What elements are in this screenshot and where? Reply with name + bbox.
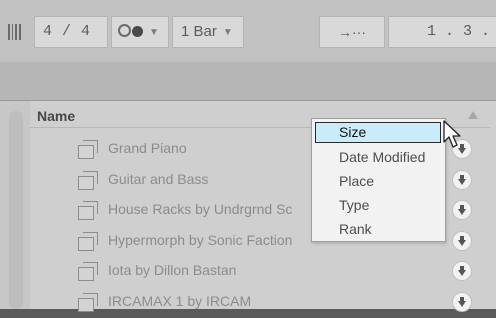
follow-button[interactable]: →··· xyxy=(319,16,385,48)
list-item-label: Iota by Dillon Bastan xyxy=(108,262,237,279)
list-item-label: Grand Piano xyxy=(108,140,187,156)
arrangement-position-field[interactable]: 1 . 3 . xyxy=(388,16,496,48)
quantization-value: 1 Bar xyxy=(181,23,217,40)
mouse-pointer-icon xyxy=(443,120,461,148)
browser-sidebar xyxy=(0,101,30,309)
metronome-button[interactable]: ▼ xyxy=(111,16,169,48)
metronome-chevron-down-icon[interactable]: ▼ xyxy=(149,27,159,38)
download-icon[interactable] xyxy=(453,262,471,281)
follow-arrow-icon: →··· xyxy=(338,24,366,40)
quantization-select[interactable]: 1 Bar ▼ xyxy=(172,16,244,48)
download-icon[interactable] xyxy=(453,170,471,189)
pack-icon xyxy=(78,140,100,159)
download-icon[interactable] xyxy=(453,231,471,250)
menu-item-date-modified[interactable]: Date Modified xyxy=(339,149,425,165)
drag-grip-icon[interactable] xyxy=(8,24,28,40)
quantization-chevron-down-icon: ▼ xyxy=(222,27,233,38)
time-signature-value: 4 / 4 xyxy=(43,23,91,40)
list-item-label: IRCAMAX 1 by IRCAM xyxy=(108,292,252,309)
transport-bar: 4 / 4 ▼ 1 Bar ▼ →··· 1 . 3 . xyxy=(0,0,496,62)
pack-icon xyxy=(78,231,100,251)
menu-item-size[interactable]: Size xyxy=(315,122,441,143)
download-icon[interactable] xyxy=(453,292,471,311)
list-item-label: House Racks by Undrgrnd Sc xyxy=(108,201,293,218)
sidebar-scrollbar[interactable] xyxy=(9,111,23,309)
list-item[interactable]: IRCAMAX 1 by IRCAM xyxy=(30,287,496,318)
list-item-label: Guitar and Bass xyxy=(108,170,209,187)
pack-icon xyxy=(78,170,100,190)
time-signature-field[interactable]: 4 / 4 xyxy=(34,16,108,48)
menu-item-type[interactable]: Type xyxy=(339,197,369,213)
pack-icon xyxy=(78,262,100,282)
pack-icon xyxy=(78,292,100,312)
metronome-ring-icon xyxy=(118,24,131,37)
pack-icon xyxy=(78,201,100,221)
list-item-label: Hypermorph by Sonic Faction xyxy=(108,231,293,248)
download-icon[interactable] xyxy=(453,201,471,220)
list-item[interactable]: Iota by Dillon Bastan xyxy=(30,256,496,287)
sort-menu: Size Date Modified Place Type Rank xyxy=(311,118,446,242)
secondary-toolbar xyxy=(0,62,496,101)
menu-item-rank[interactable]: Rank xyxy=(339,221,372,237)
column-header-name[interactable]: Name xyxy=(37,108,75,124)
arrangement-position-value: 1 . 3 . xyxy=(427,23,491,40)
menu-item-place[interactable]: Place xyxy=(339,173,374,189)
metronome-dot-icon xyxy=(132,26,143,37)
sort-arrow-icon[interactable] xyxy=(468,111,478,119)
